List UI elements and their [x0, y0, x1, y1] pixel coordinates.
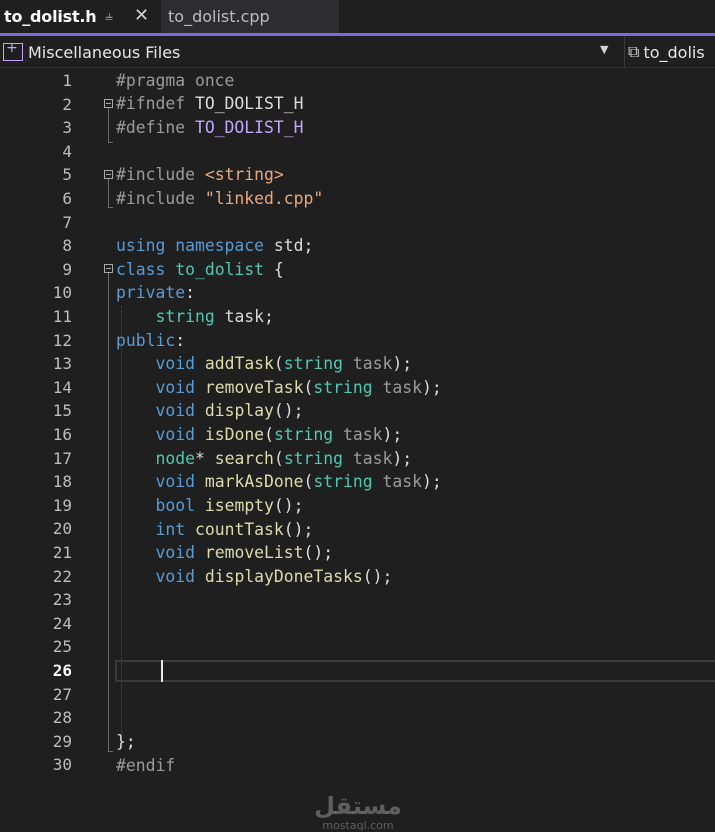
tab-label: to_dolist.h: [4, 7, 97, 26]
project-icon: [3, 40, 23, 61]
fold-guide: [108, 108, 109, 142]
line-number: 15: [52, 401, 72, 421]
line-number: 3: [62, 118, 72, 138]
code-line-15: void display();: [155, 401, 304, 420]
class-icon: ⧉: [628, 42, 640, 61]
code-line-1: #pragma once: [116, 71, 235, 90]
code-line-30: #endif: [116, 756, 176, 775]
close-icon[interactable]: ✕: [134, 5, 149, 26]
line-number: 6: [62, 189, 72, 208]
tab-to-dolist-h[interactable]: to_dolist.h ⫨ ✕: [0, 0, 160, 33]
tab-label: to_dolist.cpp: [168, 7, 270, 26]
line-number: 8: [62, 236, 72, 256]
line-number: 1: [62, 71, 72, 90]
fold-guide: [108, 179, 109, 207]
scope-label: to_dolis: [643, 42, 705, 62]
fold-guide: [108, 273, 109, 751]
code-line-16: void isDone(string task);: [155, 425, 403, 444]
line-number: 13: [52, 354, 72, 374]
code-line-9: class to_dolist {: [116, 260, 284, 279]
fold-end: [108, 207, 113, 208]
line-number-gutter: 1 2 3 4 5 6 7 8 9 10 11 12 13 14 15 16 17 18 19 20 21 22 23 24 2…: [0, 68, 110, 781]
code-line-5: #include <string>: [116, 165, 284, 184]
line-number: 26: [52, 661, 72, 680]
watermark-arabic: مستقل: [314, 792, 402, 820]
code-area[interactable]: #pragma once #ifndef TO_DOLIST_H #define…: [116, 68, 715, 781]
document-tab-bar: to_dolist.h ⫨ ✕ to_dolist.cpp: [0, 0, 715, 36]
code-line-8: using namespace std;: [116, 236, 314, 255]
code-line-29: };: [116, 732, 136, 751]
line-number: 25: [52, 637, 72, 657]
line-number: 29: [52, 731, 72, 751]
line-number: 17: [52, 448, 72, 468]
tab-to-dolist-cpp[interactable]: to_dolist.cpp: [161, 0, 339, 33]
line-number: 18: [52, 472, 72, 492]
code-line-21: void removeList();: [155, 543, 334, 562]
line-number: 2: [62, 94, 72, 114]
code-line-12: public:: [116, 331, 186, 350]
line-number: 22: [52, 566, 72, 586]
line-number: 20: [52, 519, 72, 539]
line-number: 9: [62, 259, 72, 279]
line-number: 28: [52, 708, 72, 728]
code-line-14: void removeTask(string task);: [155, 378, 442, 397]
code-line-20: int countTask();: [155, 520, 314, 539]
line-number: 30: [52, 755, 72, 775]
code-line-22: void displayDoneTasks();: [155, 567, 393, 586]
line-number: 16: [52, 425, 72, 444]
line-number: 21: [52, 543, 72, 562]
line-number: 4: [62, 141, 72, 161]
mostaql-watermark: مستقل mostaql.com: [312, 792, 404, 832]
line-number: 5: [62, 165, 72, 185]
fold-end: [108, 142, 113, 143]
fold-end: [108, 751, 113, 752]
navigation-bar: Miscellaneous Files ▼ ⧉ to_dolis: [0, 36, 715, 68]
project-label: Miscellaneous Files: [28, 42, 181, 62]
fold-toggle-icon[interactable]: [104, 99, 113, 108]
line-number: 10: [52, 283, 72, 303]
line-number: 27: [52, 684, 72, 704]
code-line-2: #ifndef TO_DOLIST_H: [116, 94, 304, 113]
line-number: 24: [52, 613, 72, 633]
chevron-down-icon[interactable]: ▼: [600, 43, 608, 56]
line-number: 11: [52, 307, 72, 326]
watermark-latin: mostaql.com: [322, 819, 394, 832]
fold-toggle-icon[interactable]: [104, 170, 113, 179]
pin-icon[interactable]: ⫨: [105, 8, 113, 24]
code-line-3: #define TO_DOLIST_H: [116, 118, 304, 137]
code-line-17: node* search(string task);: [155, 449, 413, 468]
project-dropdown[interactable]: Miscellaneous Files ▼: [0, 37, 620, 67]
line-number: 7: [62, 212, 72, 232]
scope-dropdown[interactable]: ⧉ to_dolis: [624, 37, 715, 67]
line-number: 19: [52, 495, 72, 515]
fold-toggle-icon[interactable]: [104, 264, 113, 273]
code-line-18: void markAsDone(string task);: [155, 472, 442, 491]
code-line-13: void addTask(string task);: [155, 354, 413, 373]
line-number: 12: [52, 330, 72, 350]
code-line-11: string task;: [155, 307, 274, 326]
line-number: 23: [52, 590, 72, 610]
line-number: 14: [52, 377, 72, 397]
code-line-10: private:: [116, 283, 195, 302]
code-editor[interactable]: 1 2 3 4 5 6 7 8 9 10 11 12 13 14 15 16 17 18 19 20 21 22 23 24 2…: [0, 68, 715, 832]
tab-strip-empty: [339, 0, 715, 33]
code-line-6: #include "linked.cpp": [116, 189, 324, 208]
code-line-19: bool isempty();: [155, 496, 304, 515]
